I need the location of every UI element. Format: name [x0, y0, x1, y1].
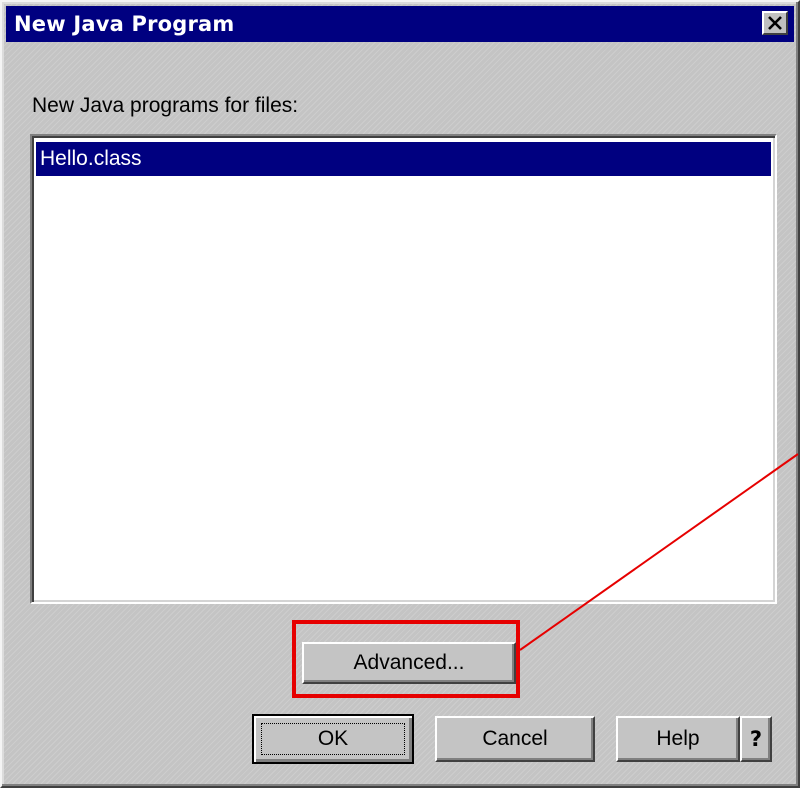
files-list-label: New Java programs for files:	[32, 94, 299, 117]
help-button[interactable]: Help	[616, 716, 740, 762]
ok-button-label: OK	[317, 727, 349, 750]
help-button-label: Help	[656, 727, 700, 750]
window-title: New Java Program	[14, 12, 235, 36]
close-button[interactable]	[762, 11, 788, 35]
annotation-highlight-box	[292, 620, 520, 698]
cancel-button[interactable]: Cancel	[435, 716, 595, 762]
cancel-button-label: Cancel	[482, 727, 548, 750]
files-listbox[interactable]: Hello.class	[30, 134, 777, 604]
close-icon	[768, 16, 782, 30]
ok-button[interactable]: OK	[252, 714, 414, 764]
whats-this-help-button[interactable]: ?	[740, 716, 772, 762]
title-bar[interactable]: New Java Program	[6, 6, 794, 42]
list-item[interactable]: Hello.class	[36, 142, 771, 176]
question-mark-icon: ?	[749, 727, 763, 751]
